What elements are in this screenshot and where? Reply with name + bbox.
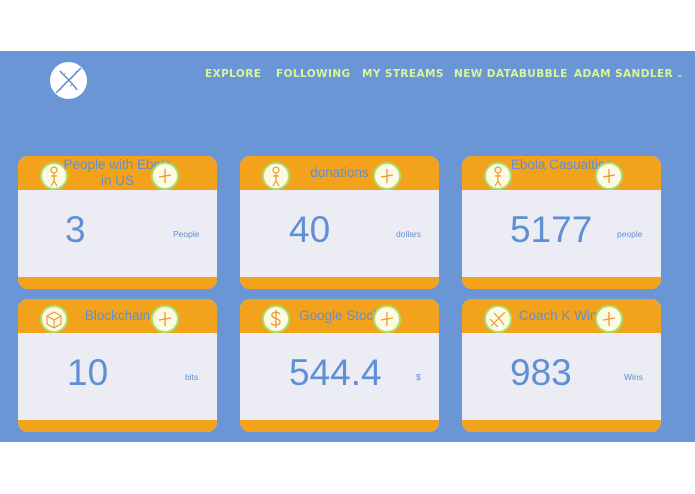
- nav-explore[interactable]: EXPLORE: [205, 68, 261, 80]
- plus-icon[interactable]: [373, 162, 401, 190]
- app-background: EXPLORE FOLLOWING MY STREAMS NEW DATABUB…: [0, 51, 695, 442]
- card-unit: Wins: [624, 372, 643, 382]
- stream-card[interactable]: Google Stock 544.4 $: [240, 299, 439, 432]
- plus-icon[interactable]: [595, 305, 623, 333]
- top-nav: EXPLORE FOLLOWING MY STREAMS NEW DATABUB…: [0, 68, 695, 82]
- stream-card[interactable]: Blockchain 10 bits: [18, 299, 217, 432]
- stream-card[interactable]: People with Ebola in US 3 People: [18, 156, 217, 289]
- nav-user-menu[interactable]: ADAM SANDLER ⌄: [574, 68, 684, 80]
- card-value: 983: [510, 352, 572, 393]
- nav-following[interactable]: FOLLOWING: [276, 68, 351, 80]
- card-value: 40: [289, 209, 331, 250]
- card-value: 3: [65, 209, 86, 250]
- plus-icon[interactable]: [373, 305, 401, 333]
- card-value: 544.4: [289, 352, 382, 393]
- nav-my-streams[interactable]: MY STREAMS: [362, 68, 444, 80]
- card-footer: [462, 420, 661, 432]
- card-unit: People: [173, 229, 200, 239]
- plus-icon[interactable]: [151, 305, 179, 333]
- card-unit: bits: [185, 372, 199, 382]
- card-unit: people: [617, 229, 643, 239]
- card-value: 10: [67, 352, 109, 393]
- stream-card[interactable]: donations 40 dollars: [240, 156, 439, 289]
- card-unit: dollars: [396, 229, 422, 239]
- card-footer: [240, 420, 439, 432]
- card-unit: $: [416, 372, 421, 382]
- chevron-down-icon: ⌄: [676, 70, 684, 80]
- nav-new-databubble[interactable]: NEW DATABUBBLE: [454, 68, 568, 80]
- plus-icon[interactable]: [151, 162, 179, 190]
- card-footer: [462, 277, 661, 289]
- stream-card[interactable]: Ebola Casualties 5177 people: [462, 156, 661, 289]
- card-value: 5177: [510, 209, 593, 250]
- plus-icon[interactable]: [595, 162, 623, 190]
- card-footer: [18, 277, 217, 289]
- card-footer: [18, 420, 217, 432]
- user-name: ADAM SANDLER: [574, 68, 674, 80]
- card-footer: [240, 277, 439, 289]
- stream-card[interactable]: Coach K Wins 983 Wins: [462, 299, 661, 432]
